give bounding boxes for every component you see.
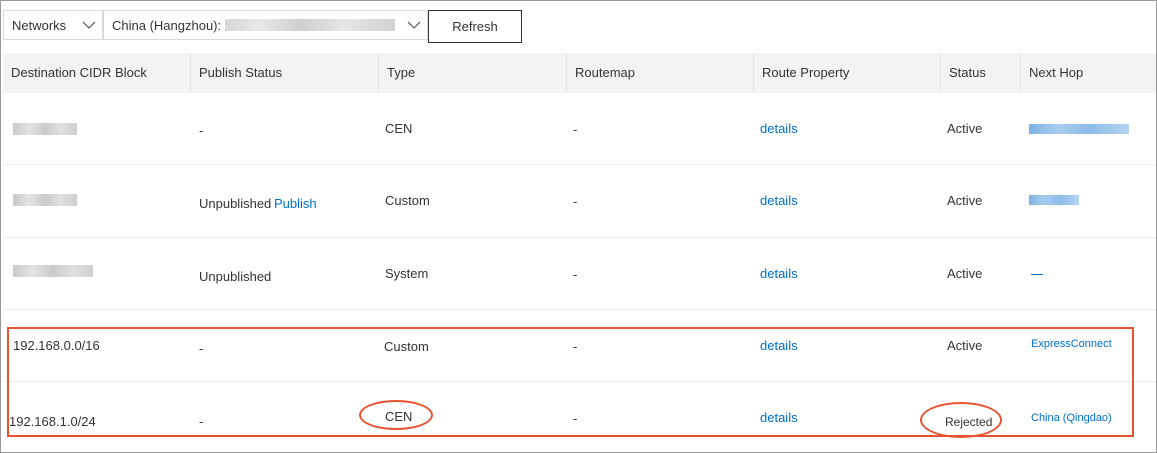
route-property-details-link[interactable]: details [760,193,798,208]
route-property-details-link[interactable]: details [760,266,798,281]
publish-status: Unpublished [199,269,272,284]
redacted-cidr [13,194,77,206]
refresh-button[interactable]: Refresh [428,10,522,43]
route-type: System [385,266,429,281]
redacted-next-hop-link[interactable] [1029,124,1129,134]
networks-select[interactable]: Networks [3,10,103,40]
route-status: Active [947,193,983,208]
route-type: CEN [385,121,413,136]
routemap-value: - [573,194,578,209]
chevron-down-icon [407,21,421,29]
routemap-value: - [573,267,578,282]
networks-select-value: Networks [12,17,67,33]
table-row: Unpublished System - details Active [3,237,1156,310]
table-header: Destination CIDR Block Publish Status Ty… [3,53,1156,93]
route-status: Active [947,266,983,281]
column-header-type: Type [378,53,566,93]
next-hop-link[interactable] [1031,274,1043,275]
column-header-destination-cidr: Destination CIDR Block [11,65,147,80]
column-header-route-property: Route Property [753,53,940,93]
route-status: Active [947,121,983,136]
column-header-status: Status [940,53,1020,93]
redacted-cidr [13,265,93,277]
column-header-publish-status: Publish Status [190,53,378,93]
table-row: - CEN - details Active [3,93,1156,165]
highlight-oval-type [359,400,433,430]
publish-status: Unpublished [199,196,272,211]
region-select-value: China (Hangzhou): [112,17,222,33]
redacted-next-hop-link[interactable] [1029,195,1079,205]
redacted-region-id [225,19,396,31]
publish-link[interactable]: Publish [274,196,317,211]
routemap-value: - [573,122,578,137]
region-select[interactable]: China (Hangzhou): [103,10,428,40]
publish-status: - [199,123,204,138]
table-row: Unpublished Publish Custom - details Act… [3,164,1156,238]
route-type: Custom [385,193,430,208]
redacted-cidr [13,123,77,135]
highlight-oval-status [920,402,1002,438]
route-property-details-link[interactable]: details [760,121,798,136]
column-header-routemap: Routemap [566,53,754,93]
column-header-next-hop: Next Hop [1020,53,1156,93]
chevron-down-icon [82,21,96,29]
